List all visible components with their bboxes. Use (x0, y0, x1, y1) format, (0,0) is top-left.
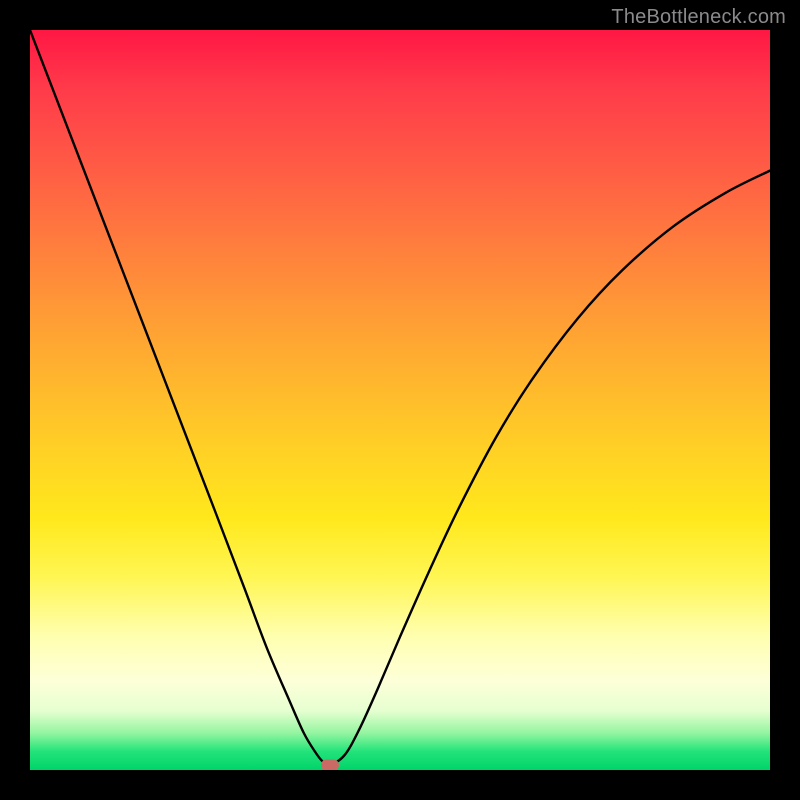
chart-frame: TheBottleneck.com (0, 0, 800, 800)
minimum-marker (321, 759, 339, 770)
bottleneck-curve (30, 30, 770, 770)
watermark-text: TheBottleneck.com (611, 6, 786, 29)
plot-area (30, 30, 770, 770)
